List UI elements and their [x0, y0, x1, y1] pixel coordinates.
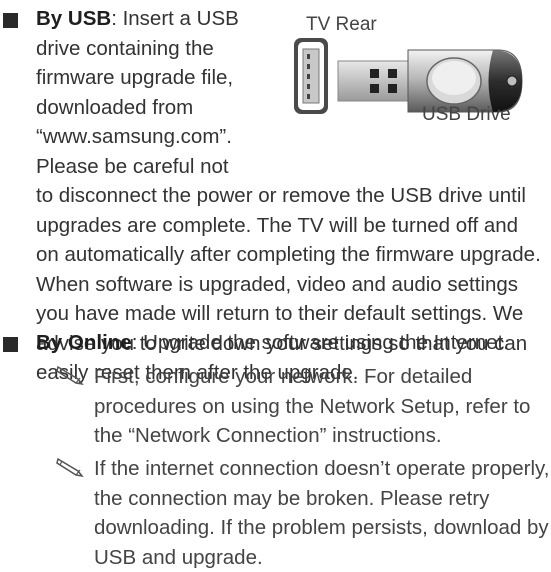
note-line: If the internet connection doesn’t opera…: [94, 454, 551, 484]
note-line: procedures on using the Network Setup, r…: [94, 392, 551, 422]
usb-body-line: to disconnect the power or remove the US…: [36, 181, 551, 211]
usb-body-line: When software is upgraded, video and aud…: [36, 270, 551, 300]
usb-intro-line: : Insert a USB: [111, 7, 239, 30]
note-line: the “Network Connection” instructions.: [94, 421, 551, 451]
online-text: : Upgrade the software using the Interne…: [132, 331, 509, 354]
note-line: USB and upgrade.: [94, 543, 551, 572]
note-line: First, configure your network. For detai…: [94, 362, 551, 392]
tv-usb-port: [294, 38, 328, 114]
note-line: the connection may be broken. Please ret…: [94, 484, 551, 514]
usb-drive-body: [408, 50, 522, 112]
usb-intro-line: drive containing the: [36, 34, 286, 64]
bullet-square: [3, 337, 18, 352]
usb-intro: By USB: Insert a USB drive containing th…: [36, 4, 286, 181]
pencil-note-icon: [56, 364, 86, 386]
usb-intro-line: Please be careful not: [36, 152, 286, 182]
usb-figure: TV Rear: [288, 6, 528, 131]
usb-section: By USB: Insert a USB drive containing th…: [0, 0, 551, 310]
note-text: If the internet connection doesn’t opera…: [94, 454, 551, 572]
usb-intro-line: firmware upgrade file,: [36, 63, 286, 93]
note-line: downloading. If the problem persists, do…: [94, 513, 551, 543]
usb-drive-label: USB Drive: [422, 104, 511, 126]
note-text: First, configure your network. For detai…: [94, 362, 551, 451]
usb-plug: [338, 61, 410, 101]
online-intro: By Online: Upgrade the software using th…: [36, 328, 551, 358]
usb-intro-line: downloaded from: [36, 93, 286, 123]
online-section: By Online: Upgrade the software using th…: [0, 326, 551, 566]
usb-heading: By USB: [36, 7, 111, 30]
bullet-square: [3, 13, 18, 28]
tv-rear-label: TV Rear: [306, 14, 377, 36]
usb-intro-line: “www.samsung.com”.: [36, 122, 286, 152]
usb-body-line: upgrades are complete. The TV will be tu…: [36, 211, 551, 241]
usb-body-line: you have made will return to their defau…: [36, 299, 551, 329]
usb-body-line: on automatically after completing the fi…: [36, 240, 551, 270]
pencil-note-icon: [56, 456, 86, 478]
online-heading: By Online: [36, 331, 132, 354]
